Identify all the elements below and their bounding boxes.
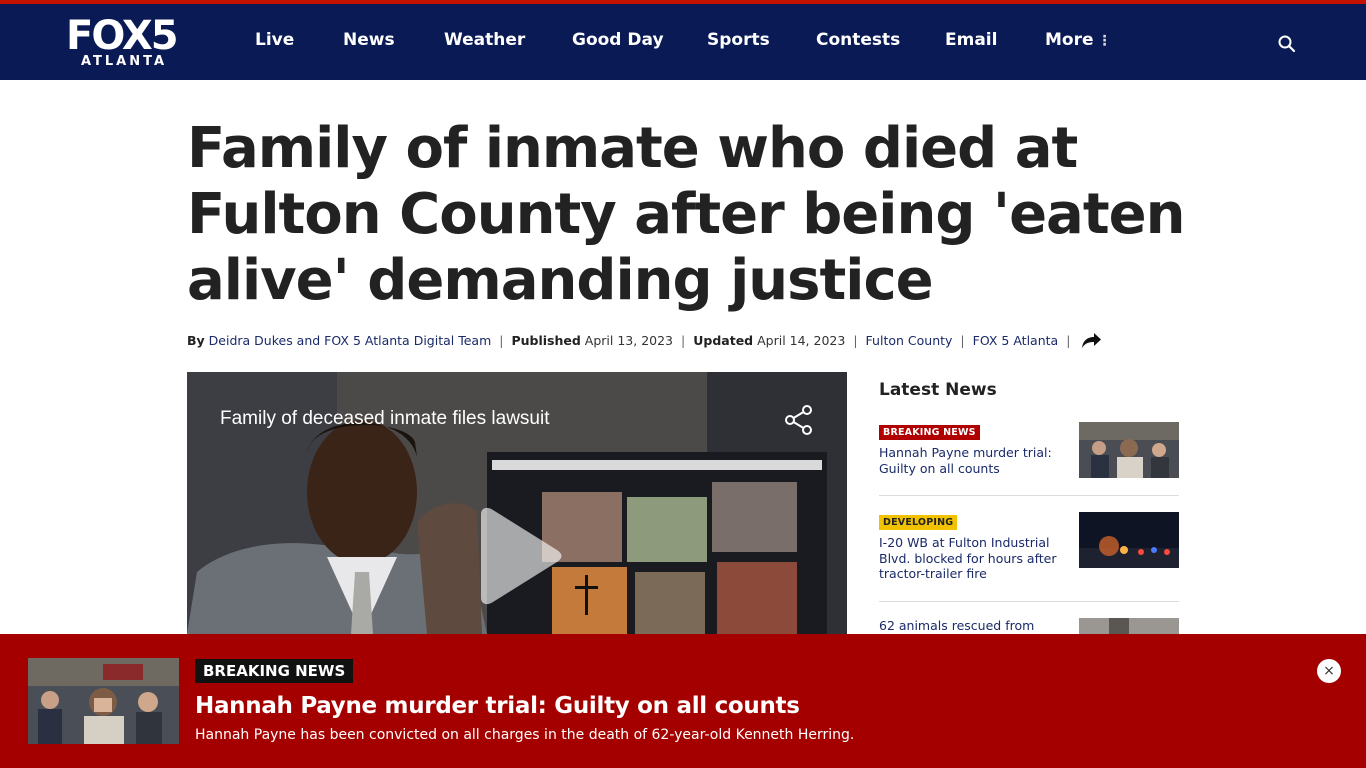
separator: | (681, 332, 686, 348)
share-icon[interactable] (783, 404, 815, 436)
close-icon[interactable]: × (1317, 659, 1341, 683)
separator: | (499, 332, 504, 348)
breaking-news-label: BREAKING NEWS (195, 659, 354, 683)
animals-thumbnail-image (1079, 618, 1179, 634)
search-icon[interactable] (1277, 34, 1297, 54)
courtroom-thumbnail-image (1079, 422, 1179, 478)
fire-scene-thumbnail-image (1079, 512, 1179, 568)
divider (879, 495, 1179, 496)
news-item-text[interactable]: Hannah Payne murder trial: Guilty on all… (879, 445, 1067, 476)
latest-news-title: Latest News (879, 380, 997, 400)
video-player[interactable]: Family of deceased inmate files lawsuit (187, 372, 847, 634)
news-thumbnail[interactable] (1079, 512, 1179, 568)
developing-badge: DEVELOPING (879, 515, 958, 530)
breaking-news-banner[interactable]: BREAKING NEWS Hannah Payne murder trial:… (0, 634, 1366, 768)
nav-more-label: More (1045, 30, 1094, 50)
video-title: Family of deceased inmate files lawsuit (220, 408, 550, 429)
news-item-text[interactable]: I-20 WB at Fulton Industrial Blvd. block… (879, 535, 1067, 582)
breaking-news-badge: BREAKING NEWS (879, 425, 980, 440)
breaking-news-subtext: Hannah Payne has been convicted on all c… (195, 727, 855, 743)
by-label: By (187, 332, 205, 348)
alert-thumbnail[interactable] (28, 658, 179, 744)
published-label: Published (511, 332, 581, 348)
nav-contests[interactable]: Contests (816, 30, 900, 50)
nav-live[interactable]: Live (255, 30, 294, 50)
news-thumbnail[interactable] (1079, 618, 1179, 634)
nav-weather[interactable]: Weather (444, 30, 525, 50)
share-arrow-icon[interactable] (1080, 330, 1102, 350)
nav-news[interactable]: News (343, 30, 395, 50)
nav-email[interactable]: Email (945, 30, 997, 50)
courtroom-alert-image (28, 658, 179, 744)
article-byline: By Deidra Dukes and FOX 5 Atlanta Digita… (187, 330, 1102, 350)
author-link[interactable]: Deidra Dukes and FOX 5 Atlanta Digital T… (209, 333, 492, 348)
separator: | (960, 332, 965, 348)
logo-main: FOX5 (66, 13, 179, 59)
logo-sub: ATLANTA (80, 54, 168, 69)
nav-more[interactable]: More ⋮ (1045, 30, 1112, 50)
fox5-atlanta-logo[interactable]: FOX5 ATLANTA (66, 13, 182, 70)
tag-fulton-county[interactable]: Fulton County (866, 333, 953, 348)
updated-date: April 14, 2023 (757, 332, 846, 348)
breaking-news-headline[interactable]: Hannah Payne murder trial: Guilty on all… (195, 693, 800, 719)
news-thumbnail[interactable] (1079, 422, 1179, 478)
updated-label: Updated (693, 332, 754, 348)
nav-good-day[interactable]: Good Day (572, 30, 664, 50)
news-item-text[interactable]: 62 animals rescued from (879, 618, 1067, 634)
separator: | (1066, 332, 1071, 348)
article-headline: Family of inmate who died at Fulton Coun… (187, 116, 1185, 313)
vertical-dots-icon: ⋮ (1097, 33, 1112, 49)
divider (879, 601, 1179, 602)
list-item[interactable]: DEVELOPING I-20 WB at Fulton Industrial … (879, 512, 1179, 588)
site-header: FOX5 ATLANTA Live News Weather Good Day … (0, 4, 1366, 80)
list-item[interactable]: 62 animals rescued from (879, 618, 1179, 634)
tag-fox5-atlanta[interactable]: FOX 5 Atlanta (973, 333, 1059, 348)
nav-sports[interactable]: Sports (707, 30, 770, 50)
play-icon[interactable] (473, 506, 565, 606)
separator: | (853, 332, 858, 348)
published-date: April 13, 2023 (584, 332, 674, 348)
list-item[interactable]: BREAKING NEWS Hannah Payne murder trial:… (879, 422, 1179, 482)
